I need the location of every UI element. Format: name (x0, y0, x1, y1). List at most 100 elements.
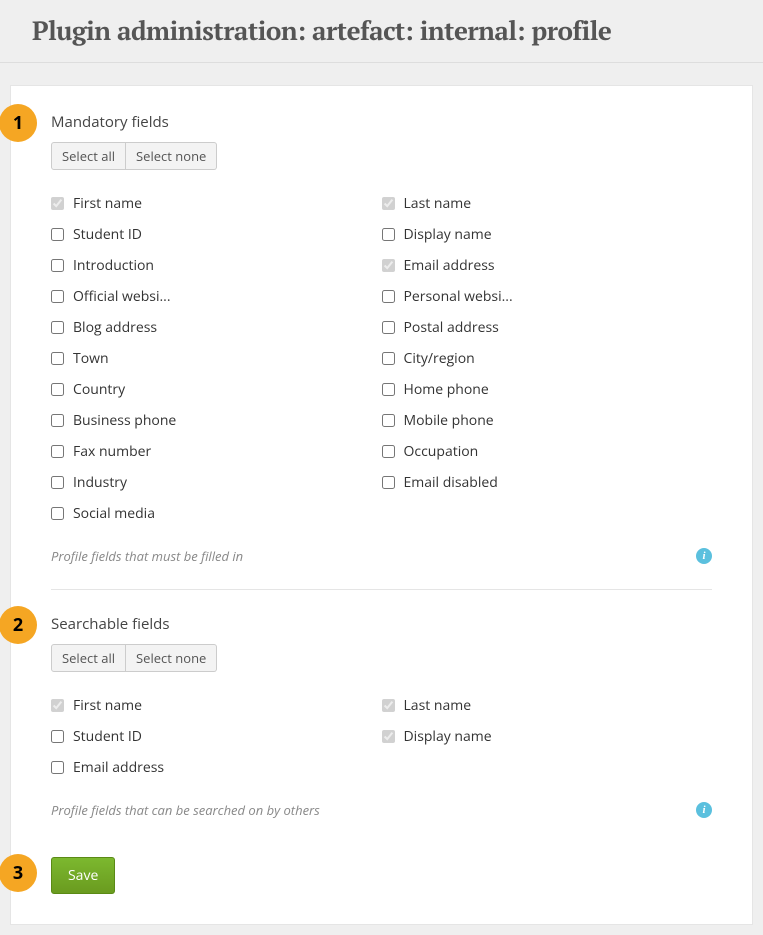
searchable-checkbox (51, 699, 64, 712)
mandatory-checkbox[interactable] (51, 228, 64, 241)
searchable-checkbox-label: First name (73, 696, 142, 715)
mandatory-field-item: Mobile phone (382, 405, 713, 436)
mandatory-field-item: Email disabled (382, 467, 713, 498)
divider (51, 589, 712, 590)
mandatory-field-item: Introduction (51, 250, 382, 281)
mandatory-checkbox-label[interactable]: Industry (73, 473, 127, 492)
mandatory-checkbox[interactable] (51, 445, 64, 458)
mandatory-checkbox[interactable] (51, 507, 64, 520)
info-icon[interactable]: i (696, 548, 712, 564)
mandatory-checkbox-label: First name (73, 194, 142, 213)
mandatory-checkbox-label[interactable]: Postal address (404, 318, 499, 337)
mandatory-checkbox[interactable] (382, 414, 395, 427)
mandatory-field-item: Email address (382, 250, 713, 281)
mandatory-help-text: Profile fields that must be filled in (51, 547, 243, 565)
searchable-field-item: Last name (382, 690, 713, 721)
searchable-help-text: Profile fields that can be searched on b… (51, 801, 320, 819)
mandatory-select-none-button[interactable]: Select none (126, 142, 217, 170)
mandatory-checkbox[interactable] (382, 476, 395, 489)
mandatory-field-item: Personal websi... (382, 281, 713, 312)
mandatory-checkbox-label[interactable]: Introduction (73, 256, 154, 275)
mandatory-checkbox-label[interactable]: Country (73, 380, 125, 399)
mandatory-checkbox[interactable] (382, 228, 395, 241)
info-icon[interactable]: i (696, 802, 712, 818)
searchable-help-row: Profile fields that can be searched on b… (51, 801, 712, 819)
marker-2: 2 (0, 606, 37, 644)
mandatory-field-item: Town (51, 343, 382, 374)
searchable-select-all-button[interactable]: Select all (51, 644, 126, 672)
mandatory-checkbox-label[interactable]: Display name (404, 225, 492, 244)
mandatory-checkbox-label[interactable]: Personal websi... (404, 287, 513, 306)
mandatory-select-group: Select all Select none (51, 142, 217, 170)
mandatory-field-item: Social media (51, 498, 382, 529)
mandatory-section: 1 Mandatory fields Select all Select non… (51, 112, 712, 565)
mandatory-checkbox-label: Email address (404, 256, 495, 275)
mandatory-checkbox[interactable] (51, 476, 64, 489)
searchable-field-item: Display name (382, 721, 713, 752)
searchable-checkbox-grid: First name Last name Student ID Display nam… (51, 690, 712, 783)
save-button[interactable]: Save (51, 857, 115, 894)
mandatory-title: Mandatory fields (51, 112, 712, 132)
mandatory-field-item: Postal address (382, 312, 713, 343)
mandatory-checkbox[interactable] (51, 414, 64, 427)
mandatory-checkbox-label[interactable]: Home phone (404, 380, 489, 399)
mandatory-checkbox[interactable] (51, 259, 64, 272)
mandatory-checkbox (382, 259, 395, 272)
mandatory-checkbox-grid: First name Last name Student ID Display nam… (51, 188, 712, 529)
mandatory-checkbox[interactable] (382, 383, 395, 396)
mandatory-field-item: First name (51, 188, 382, 219)
mandatory-field-item: Country (51, 374, 382, 405)
page-title: Plugin administration: artefact: interna… (32, 14, 731, 48)
mandatory-checkbox (51, 197, 64, 210)
mandatory-field-item: Last name (382, 188, 713, 219)
searchable-select-none-button[interactable]: Select none (126, 644, 217, 672)
save-row: 3 Save (51, 857, 712, 894)
mandatory-field-item: Home phone (382, 374, 713, 405)
marker-1: 1 (0, 104, 37, 142)
mandatory-field-item: Fax number (51, 436, 382, 467)
searchable-checkbox-label[interactable]: Email address (73, 758, 164, 777)
mandatory-checkbox-label[interactable]: Student ID (73, 225, 142, 244)
mandatory-checkbox-label[interactable]: Blog address (73, 318, 157, 337)
searchable-section: 2 Searchable fields Select all Select no… (51, 614, 712, 819)
mandatory-field-item: City/region (382, 343, 713, 374)
searchable-checkbox-label[interactable]: Student ID (73, 727, 142, 746)
searchable-field-item: First name (51, 690, 382, 721)
searchable-checkbox-label: Display name (404, 727, 492, 746)
mandatory-checkbox-label[interactable]: Official websi... (73, 287, 171, 306)
mandatory-field-item: Official websi... (51, 281, 382, 312)
mandatory-checkbox-label[interactable]: City/region (404, 349, 475, 368)
content-panel: 1 Mandatory fields Select all Select non… (10, 85, 753, 925)
searchable-select-group: Select all Select none (51, 644, 217, 672)
mandatory-field-item: Business phone (51, 405, 382, 436)
mandatory-field-item: Occupation (382, 436, 713, 467)
mandatory-checkbox[interactable] (382, 445, 395, 458)
mandatory-header: 1 Mandatory fields Select all Select non… (51, 112, 712, 170)
mandatory-help-row: Profile fields that must be filled in i (51, 547, 712, 565)
mandatory-field-item: Blog address (51, 312, 382, 343)
mandatory-checkbox-label[interactable]: Email disabled (404, 473, 498, 492)
mandatory-checkbox[interactable] (51, 290, 64, 303)
mandatory-checkbox-label[interactable]: Occupation (404, 442, 479, 461)
searchable-header: 2 Searchable fields Select all Select no… (51, 614, 712, 672)
mandatory-checkbox-label: Last name (404, 194, 472, 213)
mandatory-field-item: Display name (382, 219, 713, 250)
mandatory-checkbox[interactable] (382, 321, 395, 334)
mandatory-checkbox-label[interactable]: Social media (73, 504, 155, 523)
searchable-checkbox[interactable] (51, 761, 64, 774)
searchable-checkbox-label: Last name (404, 696, 472, 715)
mandatory-checkbox[interactable] (51, 321, 64, 334)
mandatory-checkbox[interactable] (51, 383, 64, 396)
searchable-checkbox (382, 699, 395, 712)
mandatory-checkbox[interactable] (382, 352, 395, 365)
mandatory-checkbox-label[interactable]: Business phone (73, 411, 176, 430)
searchable-checkbox (382, 730, 395, 743)
mandatory-checkbox-label[interactable]: Fax number (73, 442, 151, 461)
mandatory-checkbox-label[interactable]: Town (73, 349, 109, 368)
mandatory-checkbox[interactable] (51, 352, 64, 365)
mandatory-checkbox-label[interactable]: Mobile phone (404, 411, 494, 430)
mandatory-select-all-button[interactable]: Select all (51, 142, 126, 170)
searchable-checkbox[interactable] (51, 730, 64, 743)
mandatory-checkbox[interactable] (382, 290, 395, 303)
page-header: Plugin administration: artefact: interna… (0, 0, 763, 63)
